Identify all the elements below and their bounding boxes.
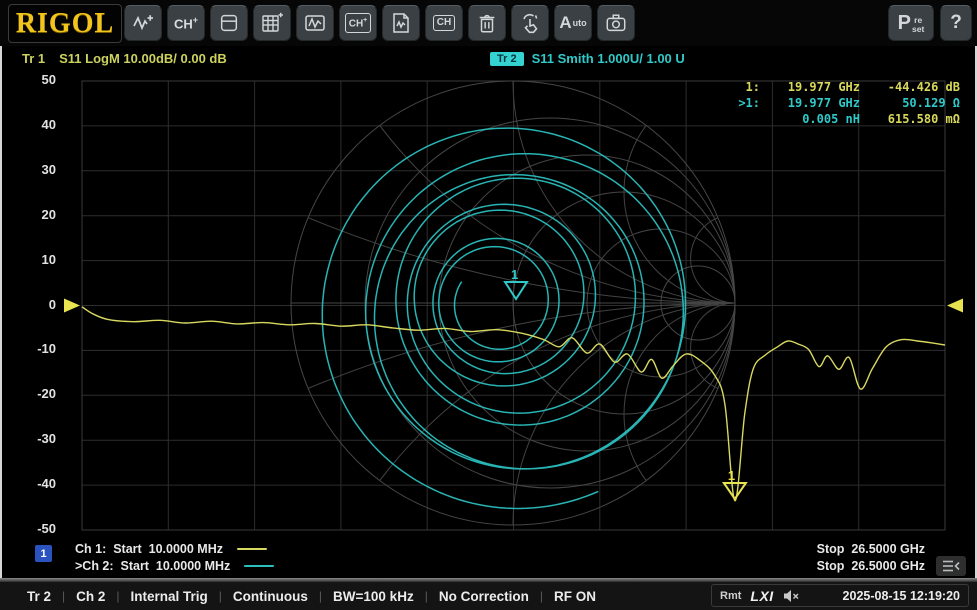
y-axis-tick: 40 xyxy=(0,117,56,132)
channel-legend-row[interactable]: >Ch 2: Start 10.0000 MHz xyxy=(75,557,274,574)
toolbar-right: P re set ? xyxy=(888,5,972,41)
toolbar: RIGOL CH+ CH+ CH Auto P re set ? xyxy=(0,0,977,46)
marker-readout: 1:19.977 GHz-44.426 dB >1:19.977 GHz50.12… xyxy=(705,79,960,127)
y-axis-tick: 10 xyxy=(0,252,56,267)
trash-icon xyxy=(476,11,498,35)
marker-readout-cell: 0.005 nH xyxy=(760,111,860,127)
y-axis-tick: -30 xyxy=(0,431,56,446)
recall-channel-button[interactable]: CH xyxy=(425,5,463,41)
vna-screen: 1 1 RIGOL CH+ CH+ CH Auto P re set ? Tr 1S11… xyxy=(0,0,977,610)
status-item[interactable]: BW=100 kHz xyxy=(322,589,425,604)
remote-indicator: Rmt xyxy=(720,590,741,602)
y-axis-tick: -20 xyxy=(0,386,56,401)
status-item[interactable]: RF ON xyxy=(543,589,607,604)
trace1-info[interactable]: Tr 1S11 LogM 10.00dB/ 0.00 dB xyxy=(22,51,227,66)
status-item[interactable]: Continuous xyxy=(222,589,319,604)
wave-plus-icon xyxy=(131,11,155,35)
marker-readout-cell: >1: xyxy=(705,95,760,111)
trace-window-button[interactable] xyxy=(296,5,334,41)
auto-scale-button[interactable]: Auto xyxy=(554,5,592,41)
mute-speaker-icon[interactable] xyxy=(783,589,800,603)
add-channel-button[interactable]: CH+ xyxy=(167,5,205,41)
marker-readout-cell: -44.426 dB xyxy=(860,79,960,95)
trace-color-sample xyxy=(244,565,274,567)
marker-readout-cell xyxy=(705,111,760,127)
marker-table-button[interactable] xyxy=(253,5,291,41)
channel-legend: Ch 1: Start 10.0000 MHz>Ch 2: Start 10.0… xyxy=(75,540,274,574)
trace2-info[interactable]: Tr 2 S11 Smith 1.000U/ 1.00 U xyxy=(490,51,685,66)
status-bar: Tr 2|Ch 2|Internal Trig|Continuous|BW=10… xyxy=(0,582,977,610)
preset-button[interactable]: P re set xyxy=(888,5,934,41)
table-plus-icon xyxy=(260,11,284,35)
y-axis-tick: 20 xyxy=(0,207,56,222)
camera-icon xyxy=(604,12,628,34)
ref-level-marker-left[interactable] xyxy=(64,299,80,313)
channel-legend-row[interactable]: Ch 1: Start 10.0000 MHz xyxy=(75,540,274,557)
trace2-badge: Tr 2 xyxy=(490,52,524,66)
marker-readout-cell: 1: xyxy=(705,79,760,95)
marker-readout-cell: 19.977 GHz xyxy=(760,95,860,111)
touch-icon xyxy=(518,11,542,35)
lxi-indicator: LXI xyxy=(750,588,773,604)
y-axis-tick: -10 xyxy=(0,341,56,356)
stop-frequency-column: Stop 26.5000 GHzStop 26.5000 GHz xyxy=(817,540,925,574)
trace1-marker[interactable]: 1 xyxy=(724,468,746,499)
doc-wave-icon xyxy=(389,11,413,35)
status-item[interactable]: No Correction xyxy=(428,589,540,604)
help-icon: ? xyxy=(950,12,962,34)
datetime: 2025-08-15 12:19:20 xyxy=(843,589,960,603)
menu-expand-button[interactable] xyxy=(936,556,966,576)
svg-text:1: 1 xyxy=(728,468,735,483)
new-channel-window-button[interactable]: CH+ xyxy=(339,5,377,41)
stop-frequency: Stop 26.5000 GHz xyxy=(817,557,925,574)
status-item[interactable]: Internal Trig xyxy=(120,589,219,604)
menu-collapse-icon xyxy=(941,559,961,573)
touch-button[interactable] xyxy=(511,5,549,41)
ref-level-marker-right[interactable] xyxy=(947,299,963,313)
trace-color-sample xyxy=(237,548,267,550)
rigol-logo: RIGOL xyxy=(8,4,122,43)
add-trace-button[interactable] xyxy=(124,5,162,41)
status-item[interactable]: Tr 2 xyxy=(16,589,62,604)
toolbar-buttons: CH+ CH+ CH Auto xyxy=(124,5,635,41)
screenshot-button[interactable] xyxy=(597,5,635,41)
delete-button[interactable] xyxy=(468,5,506,41)
save-trace-button[interactable] xyxy=(382,5,420,41)
help-button[interactable]: ? xyxy=(940,5,972,41)
trace-window-icon xyxy=(303,11,327,35)
status-right: Rmt LXI 2025-08-15 12:19:20 xyxy=(711,584,969,607)
y-axis-tick: -40 xyxy=(0,476,56,491)
y-axis-tick: 50 xyxy=(0,72,56,87)
layout-icon xyxy=(218,12,240,34)
marker-readout-cell: 50.129 Ω xyxy=(860,95,960,111)
trace2-marker[interactable]: 1 xyxy=(505,267,527,299)
stop-frequency: Stop 26.5000 GHz xyxy=(817,540,925,557)
active-channel-badge[interactable]: 1 xyxy=(35,545,52,562)
y-axis-tick: 0 xyxy=(0,297,56,312)
trace-info-bar: Tr 1S11 LogM 10.00dB/ 0.00 dB Tr 2 S11 S… xyxy=(0,48,977,70)
preset-icon: P re set xyxy=(898,12,925,35)
status-item[interactable]: Ch 2 xyxy=(65,589,116,604)
marker-readout-cell: 615.580 mΩ xyxy=(860,111,960,127)
marker-readout-cell: 19.977 GHz xyxy=(760,79,860,95)
window-layout-button[interactable] xyxy=(210,5,248,41)
y-axis-tick: 30 xyxy=(0,162,56,177)
svg-text:1: 1 xyxy=(511,267,518,282)
y-axis-tick: -50 xyxy=(0,521,56,536)
